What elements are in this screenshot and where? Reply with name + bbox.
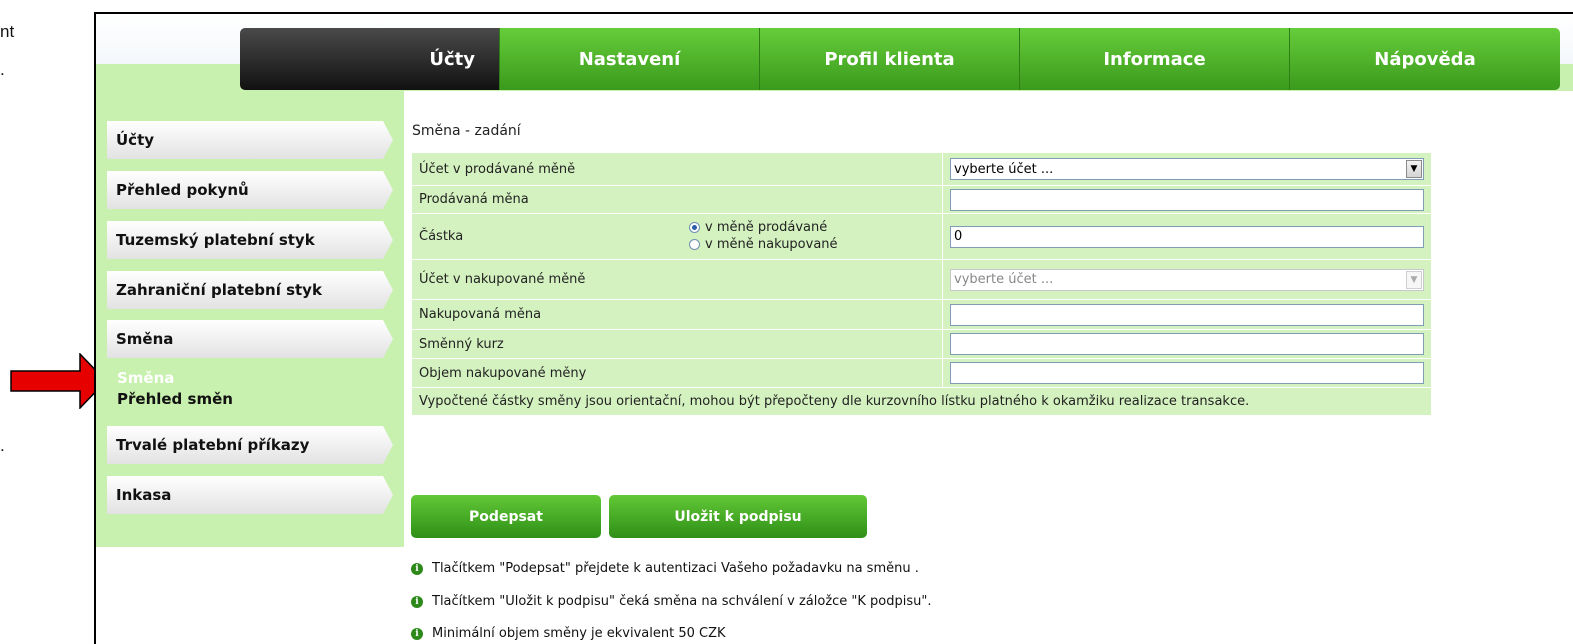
calculation-note: Vypočtené částky směny jsou orientační, … [411,387,1432,416]
buy-account-select[interactable]: vyberte účet ... ▼ [950,268,1424,291]
sidebar-item-tuzemsky-platebni-styk[interactable]: Tuzemský platební styk [107,221,393,259]
chevron-down-icon[interactable]: ▼ [1406,270,1422,289]
main-menu: Účty Nastavení Profil klienta Informace … [240,28,1560,90]
sidebar-subitem-smena[interactable]: Směna [117,369,174,387]
sidebar-item-prehled-pokynu[interactable]: Přehled pokynů [107,171,393,209]
save-for-signing-button[interactable]: Uložit k podpisu [609,495,867,538]
left-text-fragment: nt [0,22,15,41]
left-text-fragment: . [0,60,5,79]
sell-currency-field[interactable] [950,188,1424,211]
main-content: Směna - zadání Účet v prodávané měně vyb… [411,91,1573,644]
info-line: i Minimální objem směny je ekvivalent 50… [411,626,726,641]
radio-option-sell[interactable]: v měně prodávané [689,219,838,236]
sidebar-item-trvale-platebni-prikazy[interactable]: Trvalé platební příkazy [107,426,393,464]
info-icon: i [411,562,423,575]
buy-account-label: Účet v nakupované měně [411,259,943,300]
menu-tab-informace[interactable]: Informace [1020,28,1290,90]
sidebar-subitem-prehled-smen[interactable]: Přehled směn [117,390,233,408]
info-icon: i [411,627,423,640]
info-line: i Tlačítkem "Uložit k podpisu" čeká směn… [411,594,932,609]
rate-label: Směnný kurz [411,329,943,359]
radio-unselected-icon[interactable] [689,239,700,250]
buy-currency-field[interactable] [950,303,1424,326]
buy-volume-field[interactable] [950,362,1424,384]
sidebar-item-smena[interactable]: Směna [107,320,393,358]
sidebar-item-inkasa[interactable]: Inkasa [107,476,393,514]
exchange-form: Účet v prodávané měně vyberte účet ... ▼… [411,152,1432,416]
sell-account-label: Účet v prodávané měně [411,152,943,186]
buy-account-value: vyberte účet ... [954,272,1054,287]
radio-selected-icon[interactable] [689,222,700,233]
amount-cell: Částka v měně prodávané v měně nakupovan… [411,213,943,260]
info-line: i Tlačítkem "Podepsat" přejdete k autent… [411,561,919,576]
sidebar-item-zahranicni-platebni-styk[interactable]: Zahraniční platební styk [107,271,393,309]
sidebar-item-ucty[interactable]: Účty [107,121,393,159]
menu-tab-profil-klienta[interactable]: Profil klienta [760,28,1020,90]
page-title: Směna - zadání [412,123,521,139]
sell-currency-label: Prodávaná měna [411,185,943,214]
info-icon: i [411,595,423,608]
chevron-down-icon[interactable]: ▼ [1406,160,1422,178]
sell-account-select[interactable]: vyberte účet ... ▼ [950,158,1424,180]
app-window: Účty Nastavení Profil klienta Informace … [94,12,1573,644]
buy-currency-label: Nakupovaná měna [411,299,943,330]
menu-tab-ucty[interactable]: Účty [240,28,500,90]
amount-label: Částka [419,229,464,244]
menu-tab-napoveda[interactable]: Nápověda [1290,28,1560,90]
radio-option-buy[interactable]: v měně nakupované [689,236,838,253]
amount-currency-radios: v měně prodávané v měně nakupované [689,219,838,253]
sidebar: Účty Přehled pokynů Tuzemský platební st… [96,91,404,547]
sign-button[interactable]: Podepsat [411,495,601,538]
left-text-fragment: . [0,436,5,455]
amount-input[interactable]: 0 [950,225,1424,248]
buy-volume-label: Objem nakupované měny [411,358,943,388]
rate-field[interactable] [950,333,1424,355]
menu-tab-nastaveni[interactable]: Nastavení [500,28,760,90]
sell-account-value: vyberte účet ... [954,161,1054,177]
